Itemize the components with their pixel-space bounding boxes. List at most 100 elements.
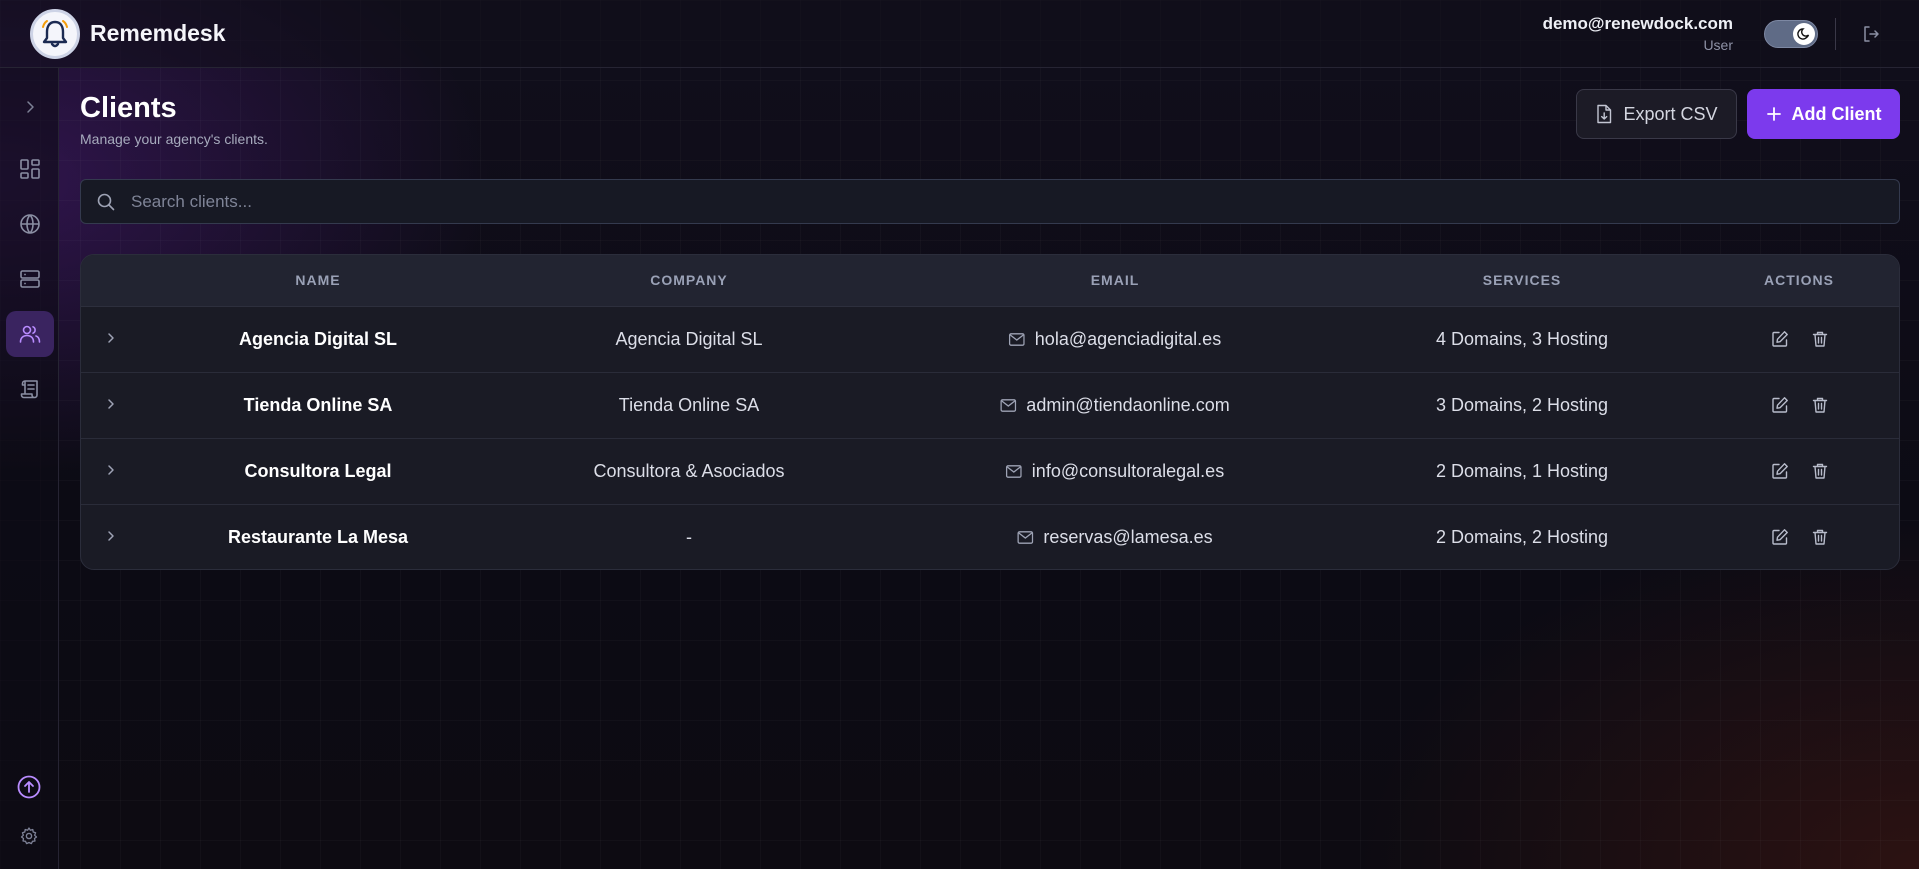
client-email-text: admin@tiendaonline.com xyxy=(1026,395,1230,415)
sidebar-upgrade-button[interactable] xyxy=(16,774,42,800)
users-icon xyxy=(19,325,41,343)
bell-icon xyxy=(42,20,68,48)
sidebar-expand-button[interactable] xyxy=(6,84,54,130)
delete-button[interactable] xyxy=(1809,394,1831,416)
chevron-right-icon xyxy=(108,531,114,541)
column-header-actions: ACTIONS xyxy=(1764,272,1834,288)
edit-button[interactable] xyxy=(1769,328,1791,350)
client-services: 2 Domains, 2 Hosting xyxy=(1435,527,1609,547)
theme-knob xyxy=(1793,23,1815,45)
client-name: Agencia Digital SL xyxy=(238,329,398,349)
theme-toggle[interactable] xyxy=(1764,20,1818,48)
mail-icon xyxy=(1008,333,1025,346)
search-input[interactable] xyxy=(131,180,1881,223)
client-company: Agencia Digital SL xyxy=(615,329,763,349)
trash-icon xyxy=(1812,397,1828,413)
export-csv-label: Export CSV xyxy=(1623,103,1718,124)
file-download-icon xyxy=(1597,104,1612,124)
client-services: 4 Domains, 3 Hosting xyxy=(1435,329,1609,349)
table-row[interactable]: Consultora Legal Consultora & Asociados … xyxy=(81,439,1899,505)
logout-icon xyxy=(1864,26,1879,42)
mail-icon xyxy=(1005,465,1022,478)
mail-icon xyxy=(1017,531,1034,544)
sidebar-item-logs[interactable] xyxy=(6,366,54,412)
client-company: - xyxy=(686,527,692,547)
sidebar-settings-button[interactable] xyxy=(18,825,40,847)
gear-icon xyxy=(20,827,38,845)
trash-icon xyxy=(1812,463,1828,479)
client-email: reservas@lamesa.es xyxy=(1017,527,1213,548)
add-client-button[interactable]: Add Client xyxy=(1747,89,1900,139)
moon-icon xyxy=(1797,28,1810,40)
client-name: Tienda Online SA xyxy=(243,395,393,415)
sidebar xyxy=(0,68,59,869)
column-header-company[interactable]: COMPANY xyxy=(650,272,728,288)
scroll-icon xyxy=(20,380,38,399)
trash-icon xyxy=(1812,331,1828,347)
app-title: Rememdesk xyxy=(90,20,226,46)
plus-icon xyxy=(1766,107,1781,121)
row-expand-button[interactable] xyxy=(103,396,119,412)
dashboard-icon xyxy=(20,159,40,179)
client-name: Consultora Legal xyxy=(244,461,392,481)
edit-icon xyxy=(1772,463,1788,479)
table-row[interactable]: Tienda Online SA Tienda Online SA admin@… xyxy=(81,373,1899,439)
column-header-services[interactable]: SERVICES xyxy=(1483,272,1562,288)
table-row[interactable]: Agencia Digital SL Agencia Digital SL ho… xyxy=(81,307,1899,373)
sidebar-item-hosting[interactable] xyxy=(6,256,54,302)
sidebar-item-domains[interactable] xyxy=(6,201,54,247)
client-services: 2 Domains, 1 Hosting xyxy=(1435,461,1609,481)
client-company: Consultora & Asociados xyxy=(593,461,785,481)
server-icon xyxy=(20,270,40,288)
client-services: 3 Domains, 2 Hosting xyxy=(1435,395,1609,415)
page-title: Clients xyxy=(80,92,177,124)
topbar-divider xyxy=(1835,18,1836,50)
row-expand-button[interactable] xyxy=(103,462,119,478)
client-email: info@consultoralegal.es xyxy=(1005,461,1225,482)
logout-button[interactable] xyxy=(1859,22,1883,46)
export-csv-button[interactable]: Export CSV xyxy=(1576,89,1737,139)
chevron-right-icon xyxy=(27,101,34,113)
chevron-right-icon xyxy=(108,465,114,475)
globe-icon xyxy=(20,214,40,234)
client-email: admin@tiendaonline.com xyxy=(1000,395,1230,416)
client-company: Tienda Online SA xyxy=(618,395,760,415)
edit-button[interactable] xyxy=(1769,460,1791,482)
sidebar-item-clients[interactable] xyxy=(6,311,54,357)
page-subtitle: Manage your agency's clients. xyxy=(80,131,268,147)
app-logo[interactable] xyxy=(30,9,80,59)
upgrade-icon xyxy=(17,775,41,799)
delete-button[interactable] xyxy=(1809,460,1831,482)
user-role: User xyxy=(1703,37,1733,53)
search-bar xyxy=(80,179,1900,224)
edit-icon xyxy=(1772,397,1788,413)
row-expand-button[interactable] xyxy=(103,330,119,346)
chevron-right-icon xyxy=(108,399,114,409)
client-name: Restaurante La Mesa xyxy=(227,527,409,547)
search-icon xyxy=(97,193,115,211)
delete-button[interactable] xyxy=(1809,526,1831,548)
clients-table: NAME COMPANY EMAIL SERVICES ACTIONS Agen… xyxy=(80,254,1900,570)
add-client-label: Add Client xyxy=(1791,103,1882,124)
edit-button[interactable] xyxy=(1769,526,1791,548)
column-header-email[interactable]: EMAIL xyxy=(1091,272,1140,288)
delete-button[interactable] xyxy=(1809,328,1831,350)
mail-icon xyxy=(1000,399,1017,412)
top-bar: Rememdesk demo@renewdock.com User xyxy=(0,0,1919,68)
table-row[interactable]: Restaurante La Mesa - reservas@lamesa.es… xyxy=(81,505,1899,569)
edit-icon xyxy=(1772,529,1788,545)
row-expand-button[interactable] xyxy=(103,528,119,544)
table-header: NAME COMPANY EMAIL SERVICES ACTIONS xyxy=(81,255,1899,307)
trash-icon xyxy=(1812,529,1828,545)
sidebar-item-dashboard[interactable] xyxy=(6,146,54,192)
client-email-text: reservas@lamesa.es xyxy=(1043,527,1213,547)
edit-icon xyxy=(1772,331,1788,347)
client-email-text: info@consultoralegal.es xyxy=(1031,461,1225,481)
column-header-name[interactable]: NAME xyxy=(295,272,340,288)
client-email-text: hola@agenciadigital.es xyxy=(1034,329,1222,349)
chevron-right-icon xyxy=(108,333,114,343)
edit-button[interactable] xyxy=(1769,394,1791,416)
user-email: demo@renewdock.com xyxy=(1542,14,1733,33)
user-info: demo@renewdock.com User xyxy=(1543,14,1733,53)
client-email: hola@agenciadigital.es xyxy=(1008,329,1222,350)
